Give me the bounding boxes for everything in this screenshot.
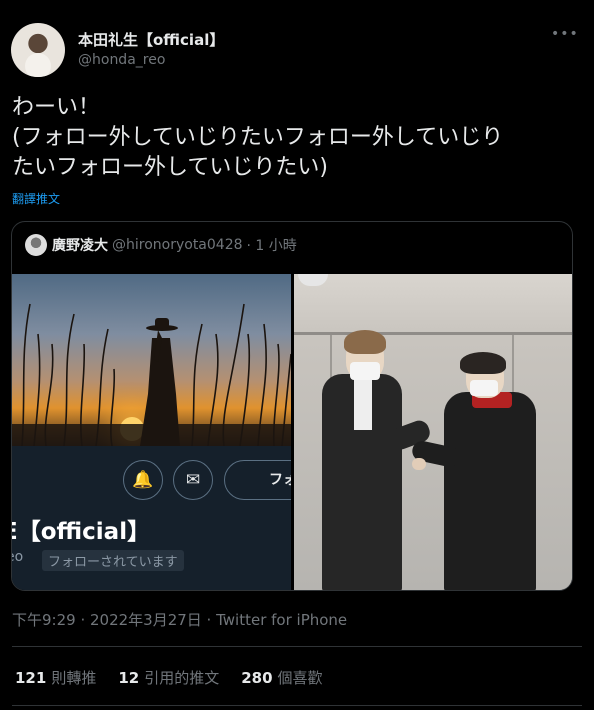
profile-screenshot-panel: 🔔 ✉ フォ E【official】 eo フォローされています	[12, 446, 291, 590]
stat-label: 引用的推文	[144, 669, 220, 687]
more-dots-icon[interactable]: •••	[551, 26, 578, 46]
person-right-hair	[460, 352, 506, 374]
media-image-profile-screenshot[interactable]: 🔔 ✉ フォ E【official】 eo フォローされています	[12, 274, 291, 590]
quoted-author-name: 廣野凌大	[52, 238, 108, 254]
quote-count[interactable]: 12 引用的推文	[118, 667, 219, 688]
tweet-text-line: (フォロー外していじりたいフォロー外していじり	[12, 125, 504, 150]
tweet-stats: 121 則轉推 12 引用的推文 280 個喜歡	[15, 667, 345, 688]
stat-count: 12	[118, 669, 140, 687]
quoted-tweet-header: 廣野凌大 @hironoryota0428 · 1 小時	[25, 234, 297, 256]
tweet-text: わーい！ (フォロー外していじりたいフォロー外していじり たいフォロー外していじ…	[12, 93, 582, 183]
author-display-name[interactable]: 本田礼生【official】	[78, 29, 224, 50]
profile-name-fragment: E【official】	[12, 519, 151, 545]
follows-you-badge: フォローされています	[42, 550, 184, 571]
profile-handle-fragment: eo	[12, 549, 24, 565]
stat-count: 280	[241, 669, 273, 687]
tweet-text-line: たいフォロー外していじりたい)	[12, 155, 328, 180]
author-handle[interactable]: @honda_reo	[78, 52, 165, 68]
person-left-mask	[350, 362, 380, 380]
wall-rail	[294, 332, 572, 335]
person-left-hair	[344, 330, 386, 354]
stat-label: 個喜歡	[277, 669, 323, 687]
tweet-timestamp[interactable]: 下午9:29 · 2022年3月27日 · Twitter for iPhone	[12, 609, 347, 630]
quoted-tweet[interactable]: 廣野凌大 @hironoryota0428 · 1 小時 🔔 ✉ フ E【off…	[11, 221, 573, 591]
person-right-coat	[444, 392, 536, 590]
retweet-count[interactable]: 121 則轉推	[15, 667, 96, 688]
quoted-tweet-time: · 1 小時	[246, 238, 297, 254]
mail-icon: ✉	[173, 460, 213, 500]
person-right-mask	[470, 380, 498, 396]
like-count[interactable]: 280 個喜歡	[241, 667, 322, 688]
translate-link[interactable]: 翻譯推文	[12, 190, 60, 207]
handshake	[412, 458, 426, 470]
divider	[12, 646, 582, 647]
tweet: 本田礼生【official】 @honda_reo ••• わーい！ (フォロー…	[0, 0, 594, 710]
divider	[12, 705, 582, 706]
author-avatar[interactable]	[11, 23, 65, 77]
quoted-author-handle: @hironoryota0428	[112, 237, 243, 253]
grass-silhouette	[12, 303, 291, 446]
bell-plus-icon: 🔔	[123, 460, 163, 500]
quoted-author-avatar	[25, 234, 47, 256]
media-image-handshake-photo[interactable]	[294, 274, 572, 590]
follow-button-fragment: フォ	[224, 460, 291, 500]
tweet-text-line: わーい！	[12, 95, 101, 120]
quoted-media: 🔔 ✉ フォ E【official】 eo フォローされています	[12, 274, 572, 590]
stat-label: 則轉推	[51, 669, 97, 687]
stat-count: 121	[15, 669, 47, 687]
